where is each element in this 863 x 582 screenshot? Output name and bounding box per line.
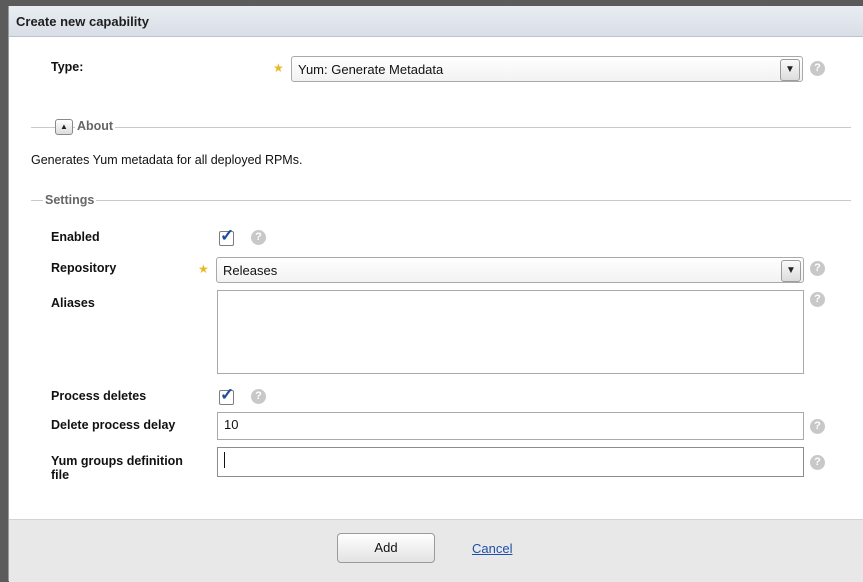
help-icon[interactable]: ? <box>810 419 825 434</box>
process-deletes-checkbox[interactable]: ✓ <box>219 385 234 405</box>
dialog-titlebar: Create new capability <box>9 6 863 37</box>
about-divider <box>31 127 851 128</box>
settings-divider <box>31 200 851 201</box>
help-icon[interactable]: ? <box>810 455 825 470</box>
type-label: Type: <box>51 60 84 74</box>
help-icon[interactable]: ? <box>810 61 825 76</box>
process-deletes-label: Process deletes <box>51 389 147 403</box>
settings-legend: Settings <box>43 193 97 207</box>
checkmark-icon: ✓ <box>220 226 235 245</box>
repository-select[interactable]: Releases ▼ <box>216 257 804 283</box>
help-icon[interactable]: ? <box>251 230 266 245</box>
delete-process-delay-input[interactable]: 10 <box>217 412 804 440</box>
required-star-icon: ★ <box>273 61 284 75</box>
aliases-label: Aliases <box>51 296 95 310</box>
delete-process-delay-label: Delete process delay <box>51 418 176 432</box>
yum-groups-input[interactable] <box>217 447 804 477</box>
checkmark-icon: ✓ <box>220 385 235 404</box>
enabled-label: Enabled <box>51 230 100 244</box>
about-legend: About <box>75 119 116 133</box>
chevron-down-icon[interactable]: ▼ <box>781 260 801 282</box>
aliases-textarea[interactable] <box>217 290 804 374</box>
yum-groups-label-line1: Yum groups definition <box>51 454 183 468</box>
text-caret <box>224 452 225 468</box>
help-icon[interactable]: ? <box>810 261 825 276</box>
help-icon[interactable]: ? <box>810 292 825 307</box>
required-star-icon: ★ <box>198 262 209 276</box>
create-capability-dialog: Create new capability Type: ★ Yum: Gener… <box>8 6 863 582</box>
cancel-link[interactable]: Cancel <box>472 541 512 556</box>
about-description: Generates Yum metadata for all deployed … <box>31 153 303 167</box>
type-select[interactable]: Yum: Generate Metadata ▼ <box>291 56 803 82</box>
chevron-down-icon[interactable]: ▼ <box>780 59 800 81</box>
type-select-value: Yum: Generate Metadata <box>298 62 444 77</box>
repository-select-value: Releases <box>223 263 278 278</box>
repository-label: Repository <box>51 261 117 275</box>
yum-groups-label-line2: file <box>51 468 70 482</box>
dialog-title: Create new capability <box>16 14 149 29</box>
dialog-footer: Add Cancel <box>9 519 863 582</box>
add-button[interactable]: Add <box>337 533 435 563</box>
collapse-up-icon[interactable]: ▲ <box>55 119 73 135</box>
help-icon[interactable]: ? <box>251 389 266 404</box>
enabled-checkbox[interactable]: ✓ <box>219 226 234 246</box>
